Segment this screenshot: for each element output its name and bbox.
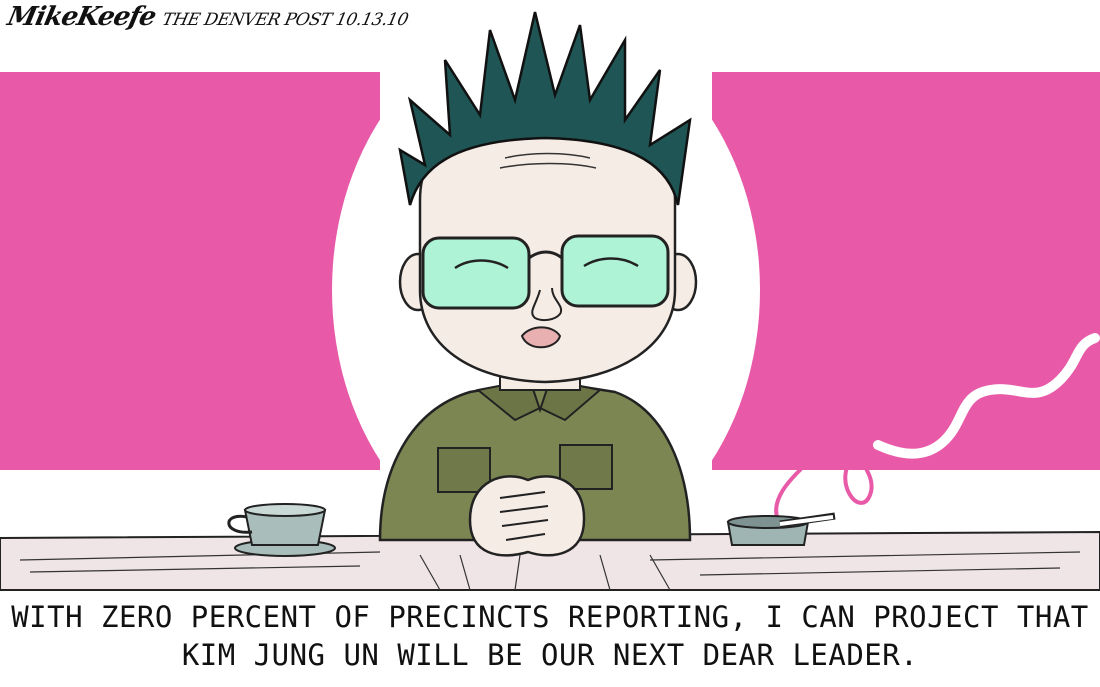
publication-date: THE DENVER POST 10.13.10: [160, 10, 410, 30]
teacup: [227, 503, 336, 557]
cartoon-illustration: [0, 11, 1100, 591]
artist-signature: MikeKeefe THE DENVER POST 10.13.10: [5, 2, 412, 32]
artist-name: MikeKeefe: [4, 2, 159, 32]
clasped-hands: [468, 475, 586, 557]
magenta-flag-right: [712, 72, 1100, 470]
mouth: [520, 326, 562, 349]
magenta-flag-left: [0, 72, 380, 470]
caption-line-2: KIM JUNG UN WILL BE OUR NEXT DEAR LEADER…: [181, 638, 919, 672]
caption-line-1: WITH ZERO PERCENT OF PRECINCTS REPORTING…: [11, 600, 1089, 634]
cartoon-caption: WITH ZERO PERCENT OF PRECINCTS REPORTING…: [0, 598, 1100, 684]
